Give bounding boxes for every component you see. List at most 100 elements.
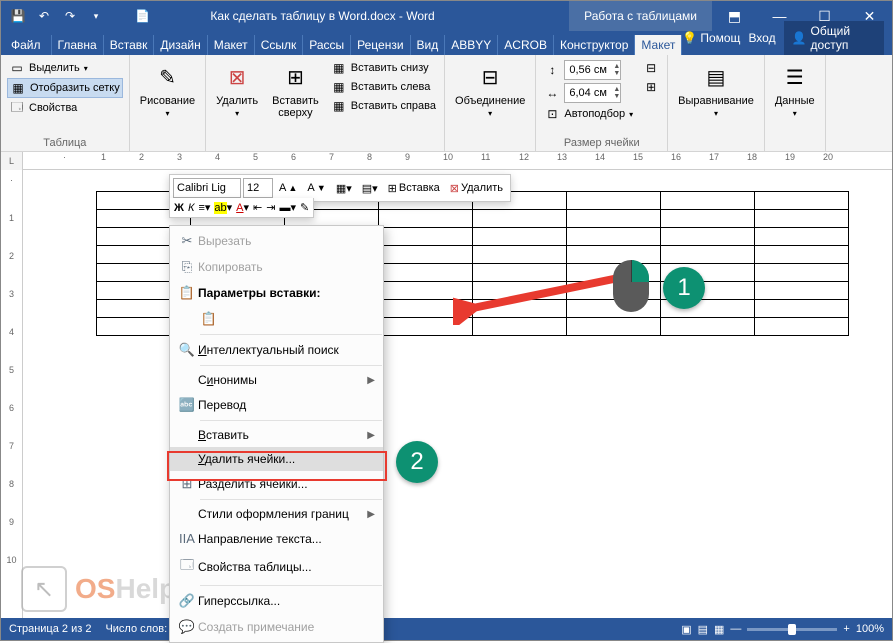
page[interactable]: A▲ A▼ ▦▾ ▤▾ ⊞Вставка ⊠Удалить Ж К ≡▾ ab▾… [23, 170, 892, 626]
insert-above-button[interactable]: ⊞Вставить сверху [268, 59, 323, 121]
shrink-font-button[interactable]: A▼ [303, 180, 329, 196]
save-icon[interactable]: 💾 [6, 4, 30, 28]
height-input[interactable] [565, 64, 613, 76]
align-button[interactable]: ≡▾ [198, 201, 210, 214]
draw-table-button[interactable]: ✎Рисование▾ [136, 59, 199, 120]
insert-right-button[interactable]: ▦Вставить справа [329, 97, 438, 115]
ctx-copy[interactable]: ⎘Копировать [170, 254, 383, 280]
delete-table-icon: ⊠ [221, 61, 253, 93]
dist-rows-icon: ⊟ [643, 60, 659, 76]
group-draw: ✎Рисование▾ [130, 55, 206, 151]
mini-delete-button[interactable]: ⊠Удалить [446, 180, 507, 197]
tab-table-design[interactable]: Конструктор [554, 35, 635, 55]
zoom-slider[interactable] [747, 628, 837, 631]
mini-cell-align-button[interactable]: ▤▾ [358, 180, 382, 197]
tell-me[interactable]: 💡Помощ [682, 31, 740, 45]
ctx-border-styles[interactable]: Стили оформления границ▶ [170, 502, 383, 526]
bold-button[interactable]: Ж [174, 202, 184, 214]
font-family-select[interactable] [173, 178, 241, 198]
tab-references[interactable]: Ссылк [255, 35, 304, 55]
merge-button[interactable]: ⊟Объединение▾ [451, 59, 529, 120]
ctx-new-comment[interactable]: 💬Создать примечание [170, 614, 383, 640]
distribute-rows-button[interactable]: ⊟ [641, 59, 661, 77]
mini-borders-button[interactable]: ▦▾ [332, 180, 356, 197]
zoom-level[interactable]: 100% [856, 623, 884, 635]
tab-table-layout[interactable]: Макет [635, 35, 682, 55]
ruler-corner: L [1, 152, 23, 170]
props-icon: 🗔 [9, 100, 25, 116]
font-color-button[interactable]: A▾ [236, 201, 249, 214]
row-height[interactable]: ↕▲▼ [542, 59, 635, 81]
zoom-out-button[interactable]: — [730, 623, 741, 635]
ctx-delete-cells[interactable]: Удалить ячейки... [170, 447, 383, 471]
tab-layout[interactable]: Макет [208, 35, 255, 55]
page-number[interactable]: Страница 2 из 2 [9, 623, 91, 635]
zoom-in-button[interactable]: + [843, 623, 849, 635]
search-icon: 🔍 [176, 342, 198, 358]
tab-acrobat[interactable]: ACROB [498, 35, 554, 55]
tab-review[interactable]: Рецензи [351, 35, 410, 55]
ctx-paste-options: 📋Параметры вставки: [170, 280, 383, 306]
ctx-cut[interactable]: ✂Вырезать [170, 228, 383, 254]
indent-dec-button[interactable]: ⇤ [253, 201, 262, 214]
ctx-translate[interactable]: 🔤Перевод [170, 392, 383, 418]
sign-in[interactable]: Вход [748, 31, 775, 45]
table-props-icon: 🗔 [176, 556, 198, 578]
ctx-text-direction[interactable]: IIAНаправление текста... [170, 526, 383, 551]
ctx-split-cells[interactable]: ⊞Разделить ячейки... [170, 471, 383, 497]
vertical-ruler[interactable]: ·12345678910 [1, 170, 23, 626]
document-title: Как сделать таблицу в Word.docx - Word [96, 9, 549, 23]
horizontal-ruler[interactable]: ·1234567891011121314151617181920 [23, 152, 892, 170]
distribute-cols-button[interactable]: ⊞ [641, 78, 661, 96]
alignment-button[interactable]: ▤Выравнивание▾ [674, 59, 758, 120]
view-print-icon[interactable]: ▤ [698, 623, 708, 636]
lightbulb-icon: 💡 [682, 31, 697, 45]
ctx-table-props[interactable]: 🗔Свойства таблицы... [170, 551, 383, 583]
tab-view[interactable]: Вид [411, 35, 446, 55]
align-icon: ▤ [700, 61, 732, 93]
mini-insert-button[interactable]: ⊞Вставка [384, 180, 444, 197]
indent-inc-button[interactable]: ⇥ [266, 201, 275, 214]
paste-keep-source-icon: 📋 [198, 311, 220, 327]
tab-insert[interactable]: Вставк [104, 35, 155, 55]
properties-button[interactable]: 🗔Свойства [7, 99, 123, 117]
group-table: ▭Выделить ▾ ▦Отобразить сетку 🗔Свойства … [1, 55, 130, 151]
insert-below-button[interactable]: ▦Вставить снизу [329, 59, 438, 77]
italic-button[interactable]: К [188, 202, 194, 214]
status-bar: Страница 2 из 2 Число слов: 21 📖 русский… [1, 618, 892, 640]
select-button[interactable]: ▭Выделить ▾ [7, 59, 123, 77]
ctx-synonyms[interactable]: Синонимы▶ [170, 368, 383, 392]
autofit-button[interactable]: ⊡Автоподбор ▾ [542, 105, 635, 123]
mouse-right-click-icon [613, 260, 649, 312]
view-gridlines-button[interactable]: ▦Отобразить сетку [7, 78, 123, 98]
highlight-button[interactable]: ab▾ [214, 201, 232, 214]
shading-button[interactable]: ▬▾ [279, 201, 296, 214]
tab-file[interactable]: Файл [1, 35, 52, 55]
redo-icon[interactable]: ↷ [58, 4, 82, 28]
ctx-hyperlink[interactable]: 🔗Гиперссылка... [170, 588, 383, 614]
col-width[interactable]: ↔▲▼ [542, 82, 635, 104]
grow-font-button[interactable]: A▲ [275, 180, 301, 196]
share-button[interactable]: 👤Общий доступ [784, 21, 884, 55]
insert-left-button[interactable]: ▦Вставить слева [329, 78, 438, 96]
copy-icon: ⎘ [176, 259, 198, 275]
merge-icon: ⊟ [474, 61, 506, 93]
ctx-paste-option-1[interactable]: 📋 [170, 306, 383, 332]
width-input[interactable] [565, 87, 613, 99]
ctx-insert[interactable]: Вставить▶ [170, 423, 383, 447]
data-button[interactable]: ☰Данные▾ [771, 59, 819, 120]
format-painter-button[interactable]: ✎ [300, 201, 309, 214]
insert-left-icon: ▦ [331, 79, 347, 95]
delete-button[interactable]: ⊠Удалить▾ [212, 59, 262, 120]
tab-abbyy[interactable]: ABBYY [445, 35, 498, 55]
tab-mailings[interactable]: Рассы [303, 35, 351, 55]
group-merge: ⊟Объединение▾ [445, 55, 536, 151]
tab-home[interactable]: Главна [52, 35, 104, 55]
tab-design[interactable]: Дизайн [154, 35, 207, 55]
ctx-smart-lookup[interactable]: 🔍Интеллектуальный поиск [170, 337, 383, 363]
view-read-icon[interactable]: ▣ [681, 623, 691, 636]
font-size-select[interactable] [243, 178, 273, 198]
undo-icon[interactable]: ↶ [32, 4, 56, 28]
view-web-icon[interactable]: ▦ [714, 623, 724, 636]
group-cell-size: ↕▲▼ ↔▲▼ ⊡Автоподбор ▾ ⊟ ⊞ Размер ячейки [536, 55, 668, 151]
